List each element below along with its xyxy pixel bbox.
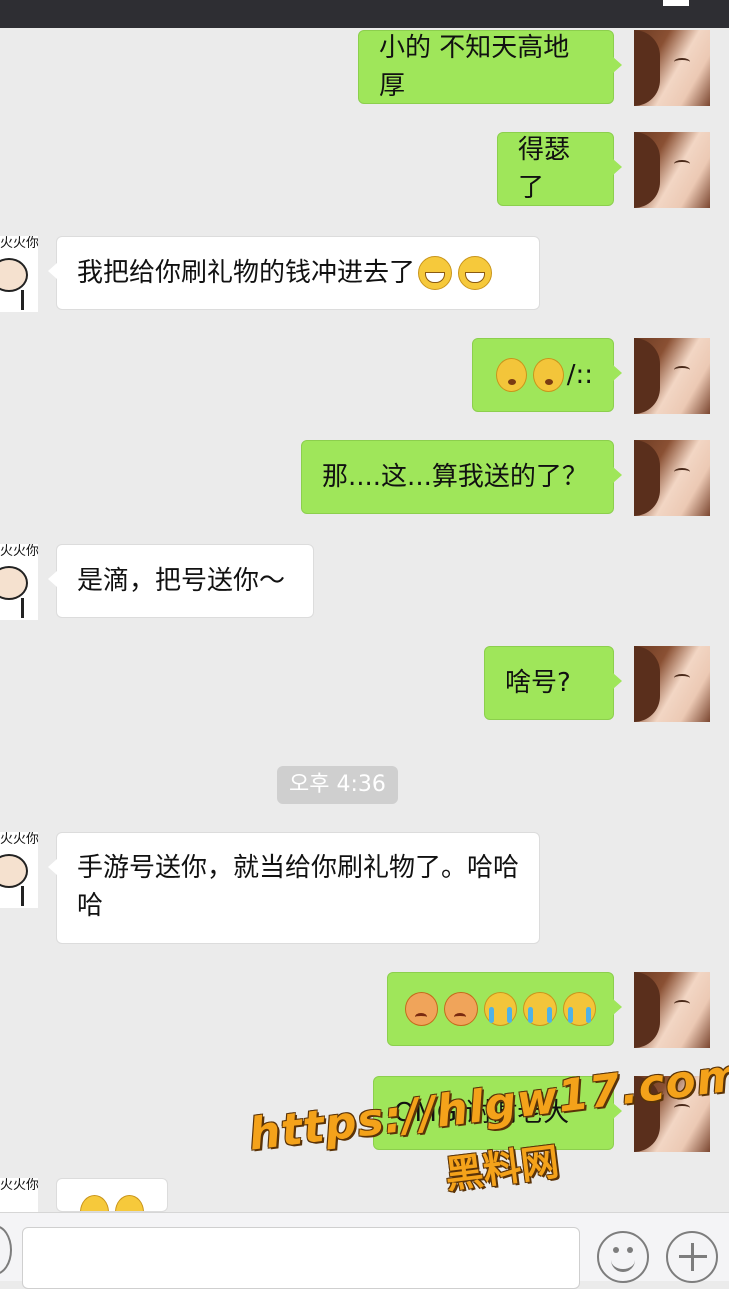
contact-avatar-label: 火火你	[0, 544, 38, 559]
outgoing-message: 啥号?	[484, 646, 622, 720]
outgoing-message	[387, 972, 622, 1046]
dizzy-emoji	[532, 358, 564, 392]
message-text: 得瑟了	[518, 135, 571, 203]
message-timestamp: 오후 4:36	[277, 766, 398, 804]
message-text: 小的 不知天高地厚	[379, 33, 570, 101]
message-text: 是滴，把号送你～	[77, 566, 286, 596]
message-text: 啥号?	[505, 668, 571, 698]
grin-emoji	[458, 256, 493, 290]
plus-icon[interactable]	[666, 1231, 718, 1283]
message-text: 我把给你刷礼物的钱冲进去了	[77, 258, 416, 288]
contact-avatar-label: 火火你	[0, 832, 38, 847]
outgoing-message: /::	[472, 338, 622, 412]
contact-avatar[interactable]: 火火你	[0, 544, 38, 620]
angry-emoji	[405, 992, 439, 1026]
outgoing-message: 小的 不知天高地厚	[358, 30, 622, 104]
my-avatar[interactable]	[634, 440, 710, 516]
my-avatar[interactable]	[634, 30, 710, 106]
contact-avatar[interactable]: 火火你	[0, 1178, 38, 1212]
incoming-message: 我把给你刷礼物的钱冲进去了	[48, 236, 540, 310]
emoji-icon[interactable]	[597, 1231, 649, 1283]
dizzy-emoji	[496, 358, 527, 392]
my-avatar[interactable]	[634, 972, 710, 1048]
crying-emoji	[562, 992, 597, 1026]
message-text: OMG 谢谢老大	[394, 1098, 570, 1128]
contact-avatar[interactable]: 火火你	[0, 832, 38, 908]
grin-emoji	[418, 256, 453, 290]
incoming-message: 手游号送你，就当给你刷礼物了。哈哈哈	[48, 832, 540, 944]
outgoing-message: 那....这...算我送的了？	[301, 440, 622, 514]
contact-avatar-label: 火火你	[0, 1178, 38, 1193]
my-avatar[interactable]	[634, 1076, 710, 1152]
menu-icon[interactable]	[663, 0, 689, 6]
voice-icon[interactable]	[0, 1225, 12, 1275]
incoming-message: 是滴，把号送你～	[48, 544, 314, 618]
outgoing-message: OMG 谢谢老大	[373, 1076, 622, 1150]
message-text: /::	[566, 360, 593, 390]
top-status-bar	[0, 0, 729, 28]
angry-emoji	[444, 992, 478, 1026]
grin-emoji	[115, 1195, 144, 1211]
message-text: 那....这...算我送的了？	[322, 462, 588, 492]
crying-emoji	[523, 992, 557, 1026]
incoming-message	[56, 1178, 168, 1212]
my-avatar[interactable]	[634, 132, 710, 208]
contact-avatar-label: 火火你	[0, 236, 38, 251]
contact-avatar[interactable]: 火火你	[0, 236, 38, 312]
grin-emoji	[80, 1195, 109, 1211]
chat-input-bar	[0, 1212, 729, 1289]
crying-emoji	[483, 992, 518, 1026]
outgoing-message: 得瑟了	[497, 132, 622, 206]
my-avatar[interactable]	[634, 338, 710, 414]
my-avatar[interactable]	[634, 646, 710, 722]
message-text: 手游号送你，就当给你刷礼物了。哈哈哈	[77, 853, 520, 921]
